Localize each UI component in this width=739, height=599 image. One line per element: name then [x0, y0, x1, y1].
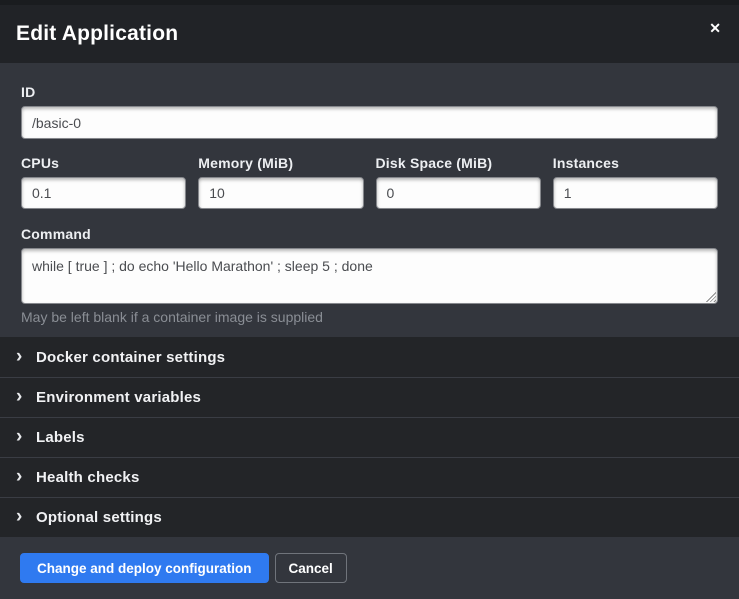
command-textarea-wrap: while [ true ] ; do echo 'Hello Marathon… [21, 248, 718, 304]
cancel-button[interactable]: Cancel [275, 553, 347, 583]
chevron-right-icon: › [16, 507, 36, 526]
chevron-right-icon: › [16, 427, 36, 446]
section-label: Health checks [36, 469, 139, 486]
section-label: Docker container settings [36, 349, 225, 366]
command-field-group: Command while [ true ] ; do echo 'Hello … [21, 226, 718, 325]
section-label: Environment variables [36, 389, 201, 406]
instances-label: Instances [553, 155, 718, 171]
cpus-input[interactable] [21, 177, 186, 209]
command-help-text: May be left blank if a container image i… [21, 309, 718, 325]
disk-field-group: Disk Space (MiB) [376, 155, 541, 209]
cpus-field-group: CPUs [21, 155, 186, 209]
section-optional-settings[interactable]: › Optional settings [0, 497, 739, 537]
chevron-right-icon: › [16, 387, 36, 406]
resources-row: CPUs Memory (MiB) Disk Space (MiB) Insta… [21, 155, 718, 209]
command-label: Command [21, 226, 718, 242]
section-health-checks[interactable]: › Health checks [0, 457, 739, 497]
modal-footer: Change and deploy configuration Cancel [0, 537, 739, 599]
close-icon[interactable]: ✕ [705, 17, 725, 39]
id-input[interactable] [21, 106, 718, 139]
resize-grip-icon[interactable] [706, 292, 716, 302]
instances-field-group: Instances [553, 155, 718, 209]
chevron-right-icon: › [16, 347, 36, 366]
cpus-label: CPUs [21, 155, 186, 171]
command-textarea[interactable]: while [ true ] ; do echo 'Hello Marathon… [21, 248, 718, 304]
memory-input[interactable] [198, 177, 363, 209]
memory-label: Memory (MiB) [198, 155, 363, 171]
modal-header: Edit Application ✕ [0, 5, 739, 63]
chevron-right-icon: › [16, 467, 36, 486]
id-label: ID [21, 84, 718, 100]
disk-label: Disk Space (MiB) [376, 155, 541, 171]
instances-input[interactable] [553, 177, 718, 209]
modal-body: ID CPUs Memory (MiB) Disk Space (MiB) In… [0, 63, 739, 337]
section-docker-container-settings[interactable]: › Docker container settings [0, 337, 739, 377]
change-and-deploy-button[interactable]: Change and deploy configuration [20, 553, 269, 583]
collapsible-sections: › Docker container settings › Environmen… [0, 337, 739, 537]
edit-application-modal: Edit Application ✕ ID CPUs Memory (MiB) … [0, 0, 739, 599]
memory-field-group: Memory (MiB) [198, 155, 363, 209]
section-label: Optional settings [36, 509, 162, 526]
section-environment-variables[interactable]: › Environment variables [0, 377, 739, 417]
disk-input[interactable] [376, 177, 541, 209]
id-field-group: ID [21, 84, 718, 139]
section-labels[interactable]: › Labels [0, 417, 739, 457]
section-label: Labels [36, 429, 85, 446]
page-title: Edit Application [16, 22, 178, 46]
